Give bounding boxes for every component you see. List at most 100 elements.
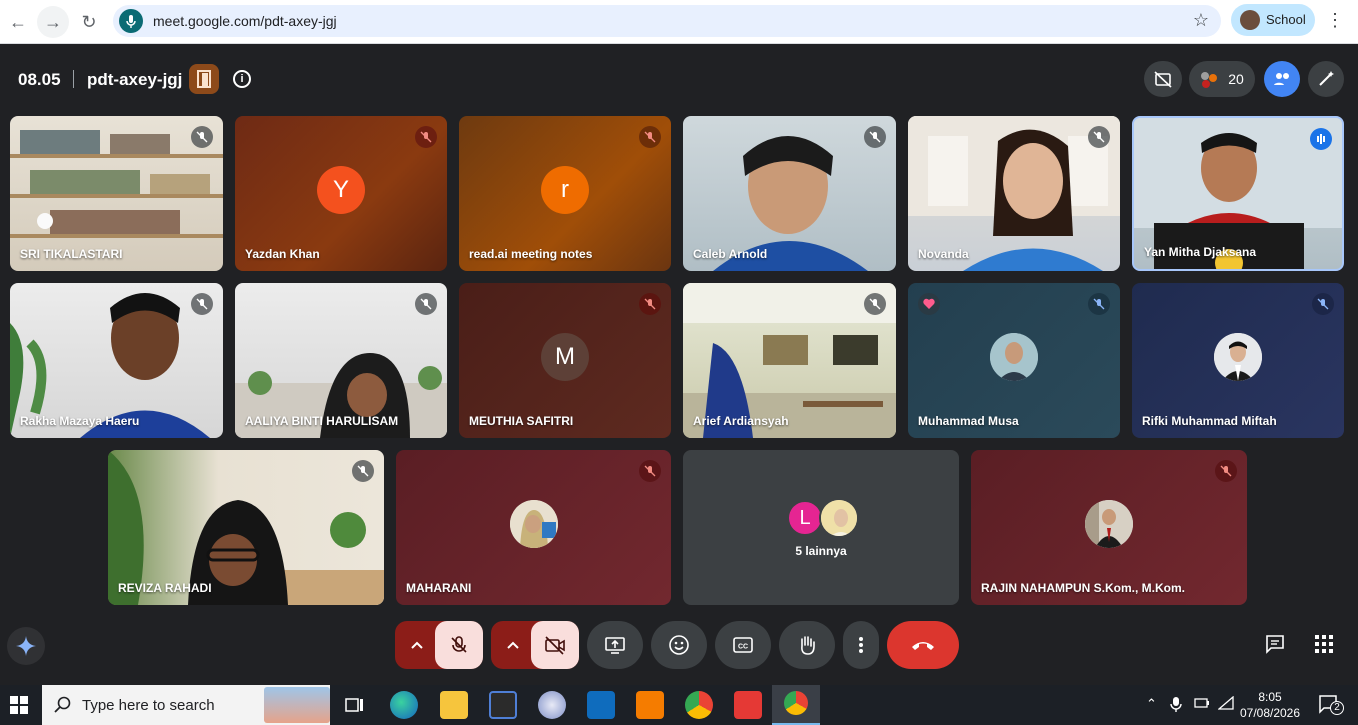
microsoft-store-icon[interactable]	[489, 691, 517, 719]
participant-tile[interactable]: Arief Ardiansyah	[683, 283, 896, 438]
chat-icon[interactable]	[1264, 633, 1286, 660]
participants-button[interactable]: 20	[1189, 61, 1255, 97]
captions-icon: CC	[733, 637, 753, 653]
mic-off-icon	[191, 126, 213, 148]
participant-name: Novanda	[918, 247, 969, 261]
clock-time: 8:05	[1258, 690, 1282, 704]
profile-avatar	[1240, 10, 1260, 30]
participant-name: MEUTHIA SAFITRI	[469, 414, 574, 428]
header-divider	[73, 70, 74, 88]
participant-tile[interactable]: Muhammad Musa	[908, 283, 1120, 438]
meeting-info-icon[interactable]: i	[233, 70, 251, 88]
effects-wand-icon[interactable]	[1308, 61, 1344, 97]
profile-chip[interactable]: School	[1231, 4, 1315, 36]
avatar	[990, 332, 1038, 381]
present-screen-button[interactable]	[587, 621, 643, 669]
back-button[interactable]: ←	[2, 6, 34, 38]
address-bar[interactable]: meet.google.com/pdt-axey-jgj ☆	[113, 5, 1221, 37]
xampp-icon[interactable]	[636, 691, 664, 719]
camera-toggle-button[interactable]	[531, 621, 579, 669]
svg-text:CC: CC	[738, 644, 748, 651]
site-mic-icon[interactable]	[119, 9, 143, 33]
leave-call-button[interactable]	[887, 621, 959, 669]
windows-start-icon[interactable]	[10, 696, 28, 719]
participant-name: Muhammad Musa	[918, 414, 1019, 428]
participant-tile[interactable]: Rakha Mazaya Haeru	[10, 283, 223, 438]
participant-tile[interactable]: MAHARANI	[396, 450, 671, 605]
participant-tile-speaking[interactable]: Yan Mitha Djaksana	[1132, 116, 1344, 271]
chrome-active-window-icon[interactable]	[772, 685, 820, 725]
participant-name: Rifki Muhammad Miftah	[1142, 414, 1277, 428]
mic-off-icon	[451, 636, 467, 653]
camera-off-icon	[545, 636, 565, 655]
show-hidden-icons-chevron-icon[interactable]: ⌃	[1146, 696, 1157, 712]
reactions-button[interactable]	[651, 621, 707, 669]
more-options-button[interactable]	[843, 621, 879, 669]
taskbar-search-box[interactable]: Type here to search	[42, 685, 330, 725]
participant-tile[interactable]: r read.ai meeting notes	[459, 116, 671, 271]
search-highlight-image	[264, 687, 330, 723]
end-call-icon	[912, 642, 934, 650]
raise-hand-icon	[801, 636, 815, 655]
others-avatar-photo	[819, 498, 859, 538]
raise-hand-button[interactable]	[779, 621, 835, 669]
gemini-sparkle-icon[interactable]	[7, 627, 45, 665]
mic-off-icon	[352, 460, 374, 482]
mic-off-icon	[639, 293, 661, 315]
others-tile[interactable]: L 5 lainnya	[683, 450, 959, 605]
host-controls-icon[interactable]	[1264, 61, 1300, 97]
participant-tile[interactable]: Y Yazdan Khan	[235, 116, 447, 271]
mic-off-icon	[415, 126, 437, 148]
camera-options-chevron-icon[interactable]	[491, 621, 535, 669]
alert-app-icon[interactable]	[734, 691, 762, 719]
paint-app-icon[interactable]	[538, 691, 566, 719]
notification-count-badge: 2	[1330, 701, 1344, 715]
mic-off-icon	[1088, 293, 1110, 315]
wifi-icon[interactable]	[1217, 695, 1234, 713]
mic-toggle-button[interactable]	[435, 621, 483, 669]
task-view-icon[interactable]	[340, 691, 368, 719]
mic-off-icon	[415, 293, 437, 315]
participant-tile[interactable]: M MEUTHIA SAFITRI	[459, 283, 671, 438]
participant-name: REVIZA RAHADI	[118, 581, 212, 595]
browser-menu-icon[interactable]: ⋮	[1326, 10, 1344, 31]
search-placeholder: Type here to search	[82, 697, 215, 714]
reload-button[interactable]: ↻	[73, 6, 105, 38]
others-count-label: 5 lainnya	[795, 544, 847, 558]
participant-tile[interactable]: Rifki Muhammad Miftah	[1132, 283, 1344, 438]
microphone-tray-icon[interactable]	[1170, 696, 1182, 715]
windows-taskbar: Type here to search ⌃ 8:05 07/08/2026 2	[0, 685, 1358, 725]
participant-tile[interactable]: AALIYA BINTI HARULISAM	[235, 283, 447, 438]
participant-tile[interactable]: Caleb Arnold	[683, 116, 896, 271]
mic-off-icon	[864, 126, 886, 148]
hide-camera-icon[interactable]	[1144, 61, 1182, 97]
profile-label: School	[1266, 12, 1306, 27]
camera-control	[491, 621, 579, 669]
outlook-mail-icon[interactable]	[587, 691, 615, 719]
mic-off-icon	[639, 460, 661, 482]
file-explorer-icon[interactable]	[440, 691, 468, 719]
bookmark-star-icon[interactable]: ☆	[1193, 10, 1209, 31]
participant-tile[interactable]: SRI TIKALASTARI	[10, 116, 223, 271]
participant-name: RAJIN NAHAMPUN S.Kom., M.Kom.	[981, 581, 1186, 595]
mic-options-chevron-icon[interactable]	[395, 621, 439, 669]
participant-name: Yan Mitha Djaksana	[1144, 245, 1257, 259]
notification-center-icon[interactable]: 2	[1318, 693, 1344, 718]
mic-off-icon	[1088, 126, 1110, 148]
chrome-icon[interactable]	[685, 691, 713, 719]
taskbar-clock[interactable]: 8:05 07/08/2026	[1235, 689, 1305, 721]
breakout-door-icon[interactable]	[189, 64, 219, 94]
participant-tile[interactable]: Novanda	[908, 116, 1120, 271]
forward-button[interactable]: →	[37, 6, 69, 38]
captions-button[interactable]: CC	[715, 621, 771, 669]
participant-name: read.ai meeting notes	[469, 247, 593, 261]
participant-tile[interactable]: RAJIN NAHAMPUN S.Kom., M.Kom.	[971, 450, 1247, 605]
edge-browser-icon[interactable]	[390, 691, 418, 719]
mic-off-icon	[1312, 293, 1334, 315]
emoji-icon	[669, 635, 689, 655]
participant-tile[interactable]: REVIZA RAHADI	[108, 450, 384, 605]
battery-icon[interactable]	[1194, 696, 1210, 713]
mic-off-icon	[864, 293, 886, 315]
mic-off-icon	[639, 126, 661, 148]
activities-grid-icon[interactable]	[1313, 633, 1335, 660]
